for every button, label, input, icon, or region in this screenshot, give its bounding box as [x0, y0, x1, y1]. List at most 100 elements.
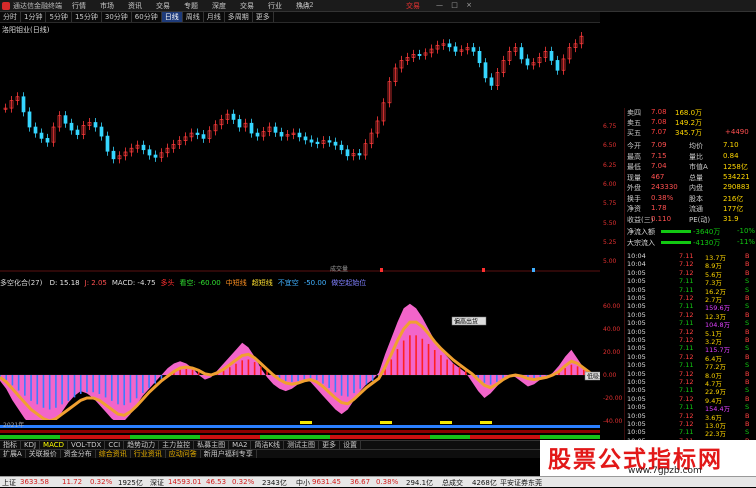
histogram-bar — [340, 375, 343, 396]
period-tab-3[interactable]: 15分钟 — [72, 12, 102, 22]
extension-tab-0[interactable]: 扩展A — [0, 450, 26, 458]
window-controls[interactable]: — □ × — [436, 1, 475, 9]
indicator-chart[interactable]: 偏高出货低吸买入 — [0, 287, 600, 420]
candle — [471, 47, 476, 52]
menu-item-2[interactable]: 资讯 — [128, 1, 142, 11]
candlestick-chart[interactable] — [0, 32, 600, 272]
indicator-tab-7[interactable]: 私募主图 — [194, 441, 230, 449]
period-tab-4[interactable]: 30分钟 — [102, 12, 132, 22]
indicator-tab-3[interactable]: VOL-TDX — [68, 441, 106, 449]
indicator-value-6: 超短线 — [251, 279, 273, 287]
period-tab-1[interactable]: 1分钟 — [21, 12, 47, 22]
stat-value: 216亿 — [723, 194, 744, 203]
period-tab-9[interactable]: 多周期 — [225, 12, 253, 22]
svg-text:低吸买入: 低吸买入 — [587, 373, 600, 381]
status-item-2: 11.72 — [62, 478, 83, 486]
tick-row: 10:05 7.12 4.7万 B — [627, 378, 755, 388]
histogram-bar — [55, 375, 57, 408]
indicator-tab-4[interactable]: CCI — [105, 441, 125, 449]
candle — [195, 132, 200, 135]
indicator-tab-8[interactable]: MA2 — [229, 441, 252, 449]
menu-item-4[interactable]: 专题 — [184, 1, 198, 11]
histogram-bar — [179, 369, 181, 375]
tick-row: 10:05 7.11 154.4万 S — [627, 403, 755, 413]
menu-item-0[interactable]: 行情 — [72, 1, 86, 11]
indicator-tab-6[interactable]: 主力监控 — [159, 441, 195, 449]
tick-time: 10:05 — [627, 277, 646, 286]
period-tab-7[interactable]: 周线 — [183, 12, 204, 22]
menu-item-5[interactable]: 深度 — [212, 1, 226, 11]
indicator-tab-11[interactable]: 更多 — [319, 441, 341, 449]
indicator-tab-9[interactable]: 简洁K线 — [251, 441, 285, 449]
histogram-bar — [446, 359, 448, 375]
histogram-bar — [433, 349, 436, 375]
histogram-bar — [30, 375, 32, 401]
signal-segment — [60, 435, 130, 439]
histogram-bar — [371, 375, 374, 382]
extension-tab-4[interactable]: 行业资讯 — [131, 450, 166, 458]
period-tab-6[interactable]: 日线 — [161, 12, 183, 22]
histogram-bar — [67, 375, 70, 401]
histogram-bar — [359, 375, 362, 389]
histogram-bar — [390, 359, 393, 375]
indicator-tab-0[interactable]: 指标 — [0, 441, 21, 449]
period-tab-0[interactable]: 分时 — [0, 12, 21, 22]
histogram-bar — [154, 375, 157, 384]
candle — [555, 60, 560, 71]
tick-time: 10:05 — [627, 344, 646, 353]
indicator-tab-10[interactable]: 测试主图 — [284, 441, 320, 449]
period-tab-10[interactable]: 更多 — [253, 12, 274, 22]
candle — [249, 122, 254, 134]
market-status-bar: 上证 3633.58 11.72 0.32% 1925亿 深证 14593.01 46.53 0… — [0, 476, 756, 487]
quote-stat-row: 最低 7.04 市值A 1258亿 — [627, 162, 755, 171]
indicator-tab-2[interactable]: MACD — [40, 441, 69, 449]
indicator-tab-12[interactable]: 设置 — [340, 441, 362, 449]
extension-tab-5[interactable]: 应动问答 — [166, 450, 201, 458]
trade-link[interactable]: 交易 — [406, 1, 420, 11]
candle — [357, 153, 362, 156]
tick-direction: B — [745, 394, 750, 403]
menu-item-7[interactable]: 行业 — [268, 1, 282, 11]
extension-tab-6[interactable]: 新用户福利专享 — [201, 450, 257, 458]
extension-tab-2[interactable]: 资金分布 — [61, 450, 96, 458]
menu-item-3[interactable]: 交易 — [156, 1, 170, 11]
price-axis-tick: 5.50 — [603, 219, 617, 227]
candle — [525, 58, 530, 66]
indicator-tab-5[interactable]: 趋势动力 — [124, 441, 160, 449]
tick-direction: S — [745, 344, 750, 353]
price-axis-tick: 6.75 — [603, 123, 617, 130]
menu-item-6[interactable]: 交易 — [240, 1, 254, 11]
histogram-bar — [5, 375, 8, 381]
indicator-value-1: J: 2.05 — [84, 279, 107, 287]
tick-direction: B — [745, 352, 750, 361]
indicator-tab-1[interactable]: KDJ — [21, 441, 41, 449]
candle — [333, 141, 338, 146]
period-tab-5[interactable]: 60分钟 — [132, 12, 162, 22]
histogram-bar — [42, 375, 45, 408]
stat-label: 今开 — [627, 142, 641, 150]
extension-tab-1[interactable]: 关联报价 — [26, 450, 61, 458]
candle — [315, 141, 320, 145]
histogram-bar — [79, 375, 82, 394]
histogram-bar — [483, 375, 486, 383]
fund-flow-value: -3640万 — [693, 228, 721, 236]
tick-row: 10:05 7.12 13.0万 B — [627, 420, 755, 430]
tick-price: 7.12 — [679, 327, 694, 336]
order-book-change: +4490 — [725, 128, 749, 136]
tick-price: 7.11 — [679, 428, 694, 437]
order-book-price: 7.07 — [651, 128, 667, 136]
histogram-bar — [228, 367, 231, 375]
price-axis-tick: 5.25 — [603, 238, 617, 246]
fund-flow-value: -4130万 — [693, 239, 721, 247]
extension-tab-3[interactable]: 综合资讯 — [96, 450, 131, 458]
indicator-value-3: 多头 — [160, 279, 175, 287]
strip-year-label: 2021年 — [3, 422, 25, 429]
stat-label: 股本 — [689, 194, 703, 203]
period-tab-2[interactable]: 5分钟 — [46, 12, 72, 22]
price-axis-tick: 6.00 — [603, 180, 617, 188]
period-tab-8[interactable]: 月线 — [204, 12, 225, 22]
fund-flow-pct: -10% — [737, 227, 756, 235]
menu-item-1[interactable]: 市场 — [100, 1, 114, 11]
tick-direction: B — [745, 327, 750, 336]
histogram-bar — [61, 375, 63, 405]
